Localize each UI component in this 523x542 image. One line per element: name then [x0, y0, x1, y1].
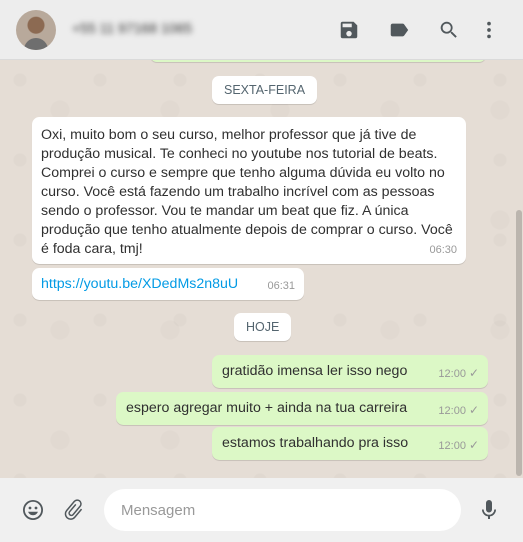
sent-check-icon: ✓	[468, 438, 479, 452]
outgoing-message[interactable]: espero agregar muito + ainda na tua carr…	[116, 392, 488, 425]
menu-icon[interactable]	[476, 17, 502, 43]
message-meta: 12:00 ✓	[438, 436, 479, 456]
label-icon[interactable]	[386, 17, 412, 43]
search-icon[interactable]	[436, 17, 462, 43]
chat-header: +55 11 97168 1065	[0, 0, 523, 60]
incoming-message[interactable]: Oxi, muito bom o seu curso, melhor profe…	[32, 117, 466, 264]
sent-check-icon: ✓	[468, 403, 479, 417]
outgoing-message[interactable]: estamos trabalhando pra isso 12:00 ✓	[212, 427, 488, 460]
message-time: 06:30	[429, 244, 457, 256]
contact-avatar[interactable]	[16, 10, 56, 50]
message-text: Oxi, muito bom o seu curso, melhor profe…	[41, 127, 453, 257]
message-time: 12:00	[438, 440, 466, 452]
contact-name[interactable]: +55 11 97168 1065	[72, 20, 222, 40]
day-divider-friday: SEXTA-FEIRA	[212, 76, 318, 104]
incoming-link-message[interactable]: https://youtu.be/XDedMs2n8uU 06:31	[32, 268, 304, 300]
sent-check-icon: ✓	[468, 366, 479, 380]
message-input[interactable]	[104, 489, 461, 531]
message-meta: 12:00 ✓	[438, 364, 479, 384]
emoji-icon[interactable]	[19, 496, 47, 524]
scrollbar-thumb[interactable]	[516, 210, 522, 476]
message-time: 06:31	[267, 280, 295, 292]
chat-panel[interactable]: SEXTA-FEIRA Oxi, muito bom o seu curso, …	[0, 60, 523, 478]
message-time: 12:00	[438, 368, 466, 380]
message-time: 12:00	[438, 405, 466, 417]
previous-outgoing-bubble	[150, 60, 486, 62]
outgoing-message[interactable]: gratidão imensa ler isso nego 12:00 ✓	[212, 355, 488, 388]
microphone-icon[interactable]	[475, 496, 503, 524]
save-icon[interactable]	[336, 17, 362, 43]
message-text: gratidão imensa ler isso nego	[222, 363, 408, 379]
day-divider-today: HOJE	[234, 313, 292, 341]
message-meta: 12:00 ✓	[438, 401, 479, 421]
chat-scrollbar[interactable]	[515, 60, 523, 478]
youtube-link[interactable]: https://youtu.be/XDedMs2n8uU	[41, 276, 238, 292]
message-text: espero agregar muito + ainda na tua carr…	[126, 400, 408, 416]
attach-icon[interactable]	[60, 496, 88, 524]
message-composer	[0, 478, 523, 542]
message-text: estamos trabalhando pra isso	[222, 435, 409, 451]
